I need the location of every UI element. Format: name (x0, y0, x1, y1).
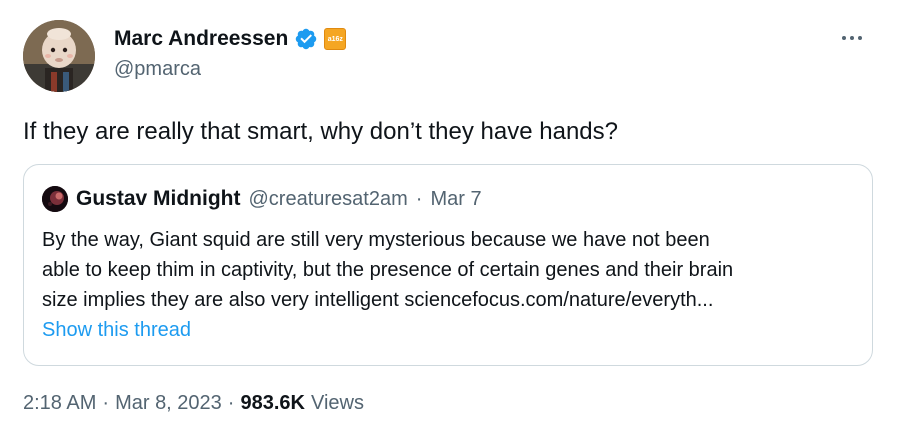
more-options-button[interactable] (836, 24, 868, 52)
tweet-time[interactable]: 2:18 AM (23, 392, 96, 415)
quoted-author-handle[interactable]: @creaturesat2am (249, 188, 408, 211)
more-options-icon-dot (850, 36, 854, 40)
author-display-name[interactable]: Marc Andreessen (114, 27, 288, 51)
views-label: Views (310, 392, 364, 414)
quoted-text-line: By the way, Giant squid are still very m… (42, 229, 710, 251)
tweet-date[interactable]: Mar 8, 2023 (115, 392, 222, 415)
more-options-icon-dot (858, 36, 862, 40)
tweet-meta: 2:18 AM · Mar 8, 2023 · 983.6K Views (23, 392, 364, 415)
verified-badge-icon[interactable] (294, 27, 318, 51)
quoted-author-name[interactable]: Gustav Midnight (76, 187, 241, 211)
affiliation-badge[interactable]: a16z (324, 28, 347, 50)
meta-separator: · (227, 392, 235, 414)
author-avatar[interactable] (23, 20, 95, 92)
quoted-avatar-image (42, 186, 68, 212)
quoted-tweet-card[interactable]: Gustav Midnight @creaturesat2am · Mar 7 … (23, 164, 873, 366)
quoted-author-avatar[interactable] (42, 186, 68, 212)
tweet: Marc Andreessen a16z @pmarca If they are… (0, 0, 898, 433)
author-name-row: Marc Andreessen a16z (114, 26, 347, 52)
quoted-tweet-text: By the way, Giant squid are still very m… (42, 225, 862, 315)
views-count: 983.6K (240, 392, 305, 414)
show-thread-link[interactable]: Show this thread (42, 319, 191, 342)
tweet-text: If they are really that smart, why don’t… (23, 118, 618, 145)
more-options-icon-dot (842, 36, 846, 40)
quoted-tweet-header: Gustav Midnight @creaturesat2am · Mar 7 (42, 184, 482, 214)
avatar-image (23, 20, 95, 92)
quoted-separator: · (415, 187, 423, 210)
meta-separator: · (102, 392, 110, 414)
author-handle[interactable]: @pmarca (114, 58, 201, 81)
quoted-tweet-date[interactable]: Mar 7 (430, 188, 481, 211)
quoted-text-line: able to keep thim in captivity, but the … (42, 259, 734, 281)
quoted-text-line: size implies they are also very intellig… (42, 289, 714, 311)
